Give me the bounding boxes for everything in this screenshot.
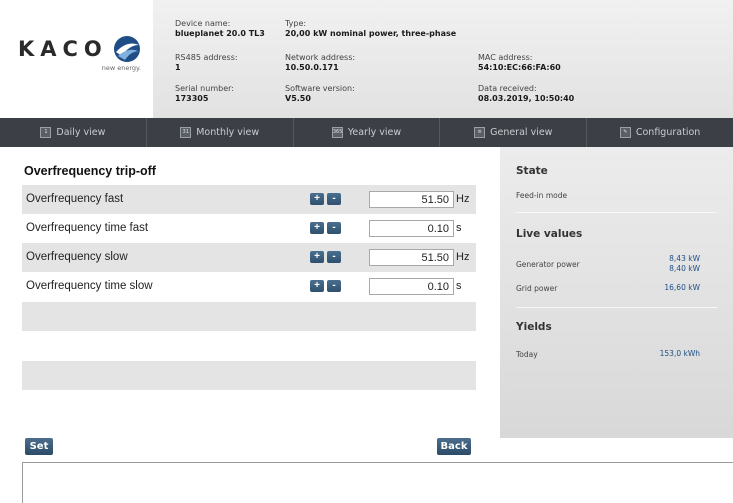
serial-info: Serial number: 173305 xyxy=(175,84,234,103)
setting-unit: Hz xyxy=(456,193,470,205)
nav-label: Monthly view xyxy=(196,127,260,138)
state-value: Feed-in mode xyxy=(516,191,568,200)
empty-row xyxy=(22,361,476,390)
decrement-button[interactable]: - xyxy=(327,193,341,205)
page-title: Overfrequency trip-off xyxy=(24,164,156,178)
nav-yearly-view[interactable]: 365 Yearly view xyxy=(294,118,441,147)
setting-row: Overfrequency fast + - Hz xyxy=(22,185,476,214)
calendar-day-icon: 1 xyxy=(40,127,52,138)
status-panel: State Feed-in mode Live values Generator… xyxy=(500,147,733,438)
software-info: Software version: V5.50 xyxy=(285,84,355,103)
overview-icon: ≡ xyxy=(474,127,486,138)
message-textarea[interactable] xyxy=(22,462,733,503)
setting-value-input[interactable] xyxy=(369,220,454,237)
wrench-icon: ✎ xyxy=(619,127,631,138)
main-nav: 1 Daily view 31 Monthly view 365 Yearly … xyxy=(0,118,733,147)
today-value: 153,0 kWh xyxy=(659,349,700,358)
device-name-info: Device name: blueplanet 20.0 TL3 xyxy=(175,19,265,38)
setting-value-input[interactable] xyxy=(369,278,454,295)
empty-row xyxy=(22,302,476,331)
back-button[interactable]: Back xyxy=(437,438,471,455)
setting-label: Overfrequency fast xyxy=(26,193,124,205)
decrement-button[interactable]: - xyxy=(327,222,341,234)
mac-info: MAC address: 54:10:EC:66:FA:60 xyxy=(478,53,561,72)
nav-general-view[interactable]: ≡ General view xyxy=(440,118,588,147)
setting-label: Overfrequency time fast xyxy=(26,222,149,234)
nav-label: Daily view xyxy=(56,127,106,138)
logo-tagline: new energy. xyxy=(101,64,141,72)
logo-swirl-icon xyxy=(114,36,140,62)
header: KACO new energy. Device name: blueplanet… xyxy=(0,0,733,118)
setting-unit: s xyxy=(456,280,462,292)
calendar-month-icon: 31 xyxy=(180,127,192,138)
state-heading: State xyxy=(516,165,548,177)
grid-power-label: Grid power xyxy=(516,284,558,293)
generator-power-value-2: 8,40 kW xyxy=(669,264,700,273)
live-values-heading: Live values xyxy=(516,228,583,240)
setting-label: Overfrequency slow xyxy=(26,251,128,263)
today-label: Today xyxy=(516,350,538,359)
setting-value-input[interactable] xyxy=(369,249,454,266)
decrement-button[interactable]: - xyxy=(327,280,341,292)
network-info: Network address: 10.50.0.171 xyxy=(285,53,356,72)
setting-label: Overfrequency time slow xyxy=(26,280,153,292)
nav-label: Yearly view xyxy=(347,127,402,138)
logo-text: KACO xyxy=(18,37,108,61)
device-info-panel: Device name: blueplanet 20.0 TL3 Type: 2… xyxy=(153,0,733,118)
kaco-logo: KACO new energy. xyxy=(18,34,143,74)
set-button[interactable]: Set xyxy=(25,438,53,455)
setting-row: Overfrequency slow + - Hz xyxy=(22,243,476,272)
setting-value-input[interactable] xyxy=(369,191,454,208)
decrement-button[interactable]: - xyxy=(327,251,341,263)
nav-daily-view[interactable]: 1 Daily view xyxy=(0,118,147,147)
generator-power-value-1: 8,43 kW xyxy=(669,254,700,263)
rs485-info: RS485 address: 1 xyxy=(175,53,238,72)
divider xyxy=(516,212,717,213)
calendar-year-icon: 365 xyxy=(331,127,343,138)
increment-button[interactable]: + xyxy=(310,193,324,205)
setting-unit: s xyxy=(456,222,462,234)
grid-power-value: 16,60 kW xyxy=(664,283,700,292)
divider xyxy=(516,307,717,308)
received-info: Data received: 08.03.2019, 10:50:40 xyxy=(478,84,575,103)
nav-monthly-view[interactable]: 31 Monthly view xyxy=(147,118,294,147)
yields-heading: Yields xyxy=(516,321,552,333)
type-info: Type: 20,00 kW nominal power, three-phas… xyxy=(285,19,457,38)
setting-row: Overfrequency time fast + - s xyxy=(22,214,476,243)
nav-label: General view xyxy=(490,127,553,138)
nav-label: Configuration xyxy=(635,127,701,138)
empty-row xyxy=(22,331,476,360)
generator-power-label: Generator power xyxy=(516,260,580,269)
setting-row: Overfrequency time slow + - s xyxy=(22,272,476,301)
increment-button[interactable]: + xyxy=(310,280,324,292)
increment-button[interactable]: + xyxy=(310,222,324,234)
increment-button[interactable]: + xyxy=(310,251,324,263)
nav-configuration[interactable]: ✎ Configuration xyxy=(587,118,733,147)
setting-unit: Hz xyxy=(456,251,470,263)
